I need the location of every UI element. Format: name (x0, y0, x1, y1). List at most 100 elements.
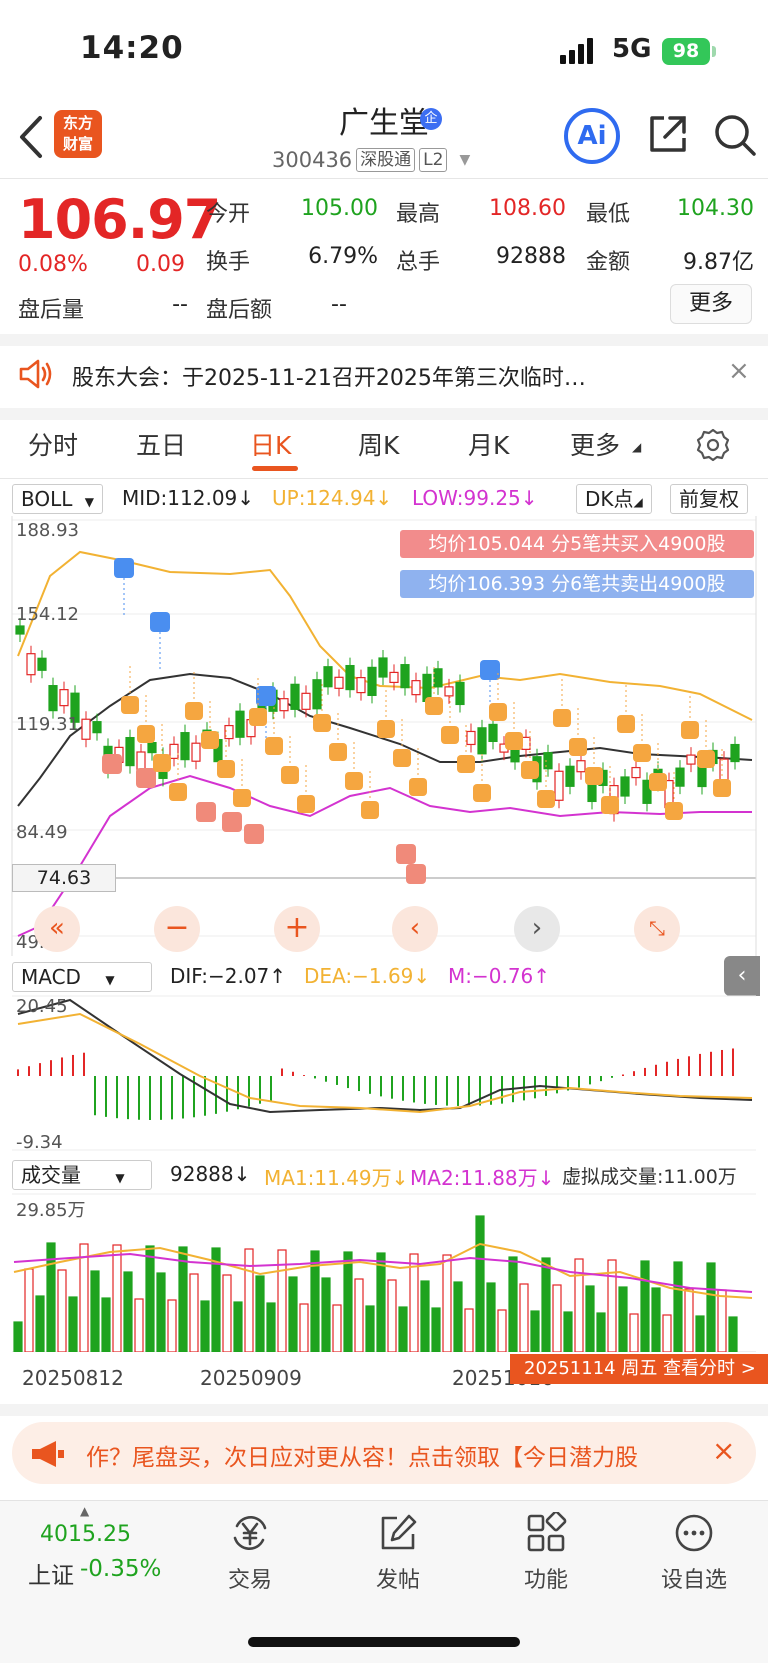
dk-point-button[interactable]: DK点◢ (576, 484, 652, 514)
volume-bar (387, 1279, 397, 1352)
buy-summary-note: 均价105.044 分5笔共买入4900股 (400, 530, 754, 558)
nav-function[interactable]: 功能 (496, 1510, 596, 1594)
trade-mark (233, 789, 251, 807)
volume-bar (167, 1299, 177, 1352)
volume-bar (134, 1298, 144, 1352)
volume-bar (189, 1273, 199, 1352)
tab-weekly-k[interactable]: 周K (358, 426, 399, 462)
zoom-in-button[interactable]: + (274, 906, 320, 952)
grid-apps-icon (527, 1510, 567, 1552)
trade-mark (265, 737, 283, 755)
nav-watchlist-label: 设自选 (660, 1568, 727, 1593)
macd-chart[interactable] (0, 994, 768, 1154)
fullscreen-button[interactable]: ⤡ (634, 906, 680, 952)
volume-ma2: MA2:11.88万↓ (410, 1166, 555, 1190)
search-icon[interactable] (712, 112, 758, 158)
candle-body (26, 653, 36, 676)
megaphone-icon (32, 1441, 64, 1467)
scroll-left-button[interactable]: ‹ (392, 906, 438, 952)
trade-mark (297, 795, 315, 813)
volume-bar (453, 1281, 463, 1352)
volume-bar (101, 1297, 111, 1352)
trade-mark (361, 801, 379, 819)
volume-bar (684, 1288, 694, 1352)
candle-body (565, 765, 575, 787)
nav-post-label: 发帖 (375, 1568, 420, 1593)
notice-text[interactable]: 股东大会：于2025-11-21召开2025年第三次临时… (72, 360, 586, 392)
volume-bar (640, 1260, 650, 1352)
volume-bar (266, 1302, 276, 1352)
settings-icon[interactable] (696, 428, 730, 462)
indicator-selector-volume[interactable]: 成交量 ▼ (12, 1160, 152, 1190)
trade-mark (681, 721, 699, 739)
tab-daily-k[interactable]: 日K (250, 426, 291, 462)
enterprise-badge: 企 (420, 108, 442, 130)
volume-bar (651, 1287, 661, 1352)
home-indicator (248, 1637, 520, 1647)
tab-intraday[interactable]: 分时 (28, 426, 78, 462)
tab-more[interactable]: 更多 (570, 426, 620, 462)
volume-value: 92888 (496, 244, 566, 269)
sell-mark (480, 660, 500, 680)
candle-body (323, 666, 333, 688)
macd-m: M:−0.76↑ (448, 964, 551, 988)
candle-body (367, 666, 377, 696)
index-change[interactable]: 上证 -0.35% (28, 1556, 161, 1590)
trade-mark (121, 696, 139, 714)
notice-close-icon[interactable]: × (728, 356, 750, 386)
trade-mark (473, 784, 491, 802)
zoom-out-button[interactable]: − (154, 906, 200, 952)
more-quote-button[interactable]: 更多 (670, 284, 752, 324)
volume-bar (695, 1315, 705, 1352)
trade-mark (377, 720, 395, 738)
candle-body (686, 754, 696, 765)
share-icon[interactable] (646, 112, 690, 156)
promo-text[interactable]: 作？尾盘买，次日应对更从容！点击领取【今日潜力股 (86, 1438, 686, 1472)
trade-mark (185, 702, 203, 720)
nav-trade[interactable]: 交易 (200, 1512, 300, 1594)
volume-bar (57, 1269, 67, 1352)
tab-monthly-k[interactable]: 月K (468, 426, 509, 462)
scroll-right-button[interactable]: › (514, 906, 560, 952)
index-pct: -0.35% (80, 1556, 162, 1582)
volume-bar (365, 1305, 375, 1352)
volume-bar (222, 1274, 232, 1352)
low-label: 最低 (586, 202, 631, 227)
volume-bar (398, 1306, 408, 1352)
y-label-3: 119.31 (16, 714, 79, 735)
divider (0, 478, 768, 479)
trade-mark (553, 709, 571, 727)
dropdown-icon[interactable]: ▼ (459, 152, 470, 168)
volume-bar (376, 1252, 386, 1352)
last-price: 106.97 (18, 188, 221, 251)
open-value: 105.00 (301, 196, 378, 221)
index-value[interactable]: 4015.25 (40, 1522, 131, 1547)
volume-selector-label: 成交量 (21, 1163, 81, 1187)
scroll-left-fast-button[interactable]: « (34, 906, 80, 952)
edit-icon (381, 1514, 417, 1550)
volume-chart[interactable] (0, 1192, 768, 1352)
trade-mark (713, 779, 731, 797)
indicator-selector-macd[interactable]: MACD ▼ (12, 962, 152, 992)
candle-body (554, 770, 564, 801)
promo-close-icon[interactable]: × (712, 1434, 735, 1467)
divider (0, 178, 768, 179)
ai-button[interactable]: Ai (564, 108, 620, 164)
trade-mark (345, 772, 363, 790)
side-panel-toggle[interactable]: ‹ (724, 956, 760, 996)
buy-mark (102, 754, 122, 774)
nav-post[interactable]: 发帖 (348, 1512, 448, 1594)
nav-watchlist[interactable]: 设自选 (644, 1512, 744, 1594)
l2-chip: L2 (419, 148, 448, 172)
restore-rights-button[interactable]: 前复权 (670, 484, 748, 514)
sgt-chip: 深股通 (356, 148, 416, 172)
volume-bar (629, 1313, 639, 1352)
view-intraday-tag[interactable]: 20251114 周五 查看分时 > (510, 1354, 768, 1384)
indicator-selector-boll[interactable]: BOLL ▼ (12, 484, 103, 514)
buy-mark (136, 768, 156, 788)
dk-label: DK点 (585, 487, 634, 511)
trade-mark (137, 725, 155, 743)
tab-5day[interactable]: 五日 (136, 426, 186, 462)
trade-mark (409, 778, 427, 796)
volume-bar (585, 1285, 595, 1352)
